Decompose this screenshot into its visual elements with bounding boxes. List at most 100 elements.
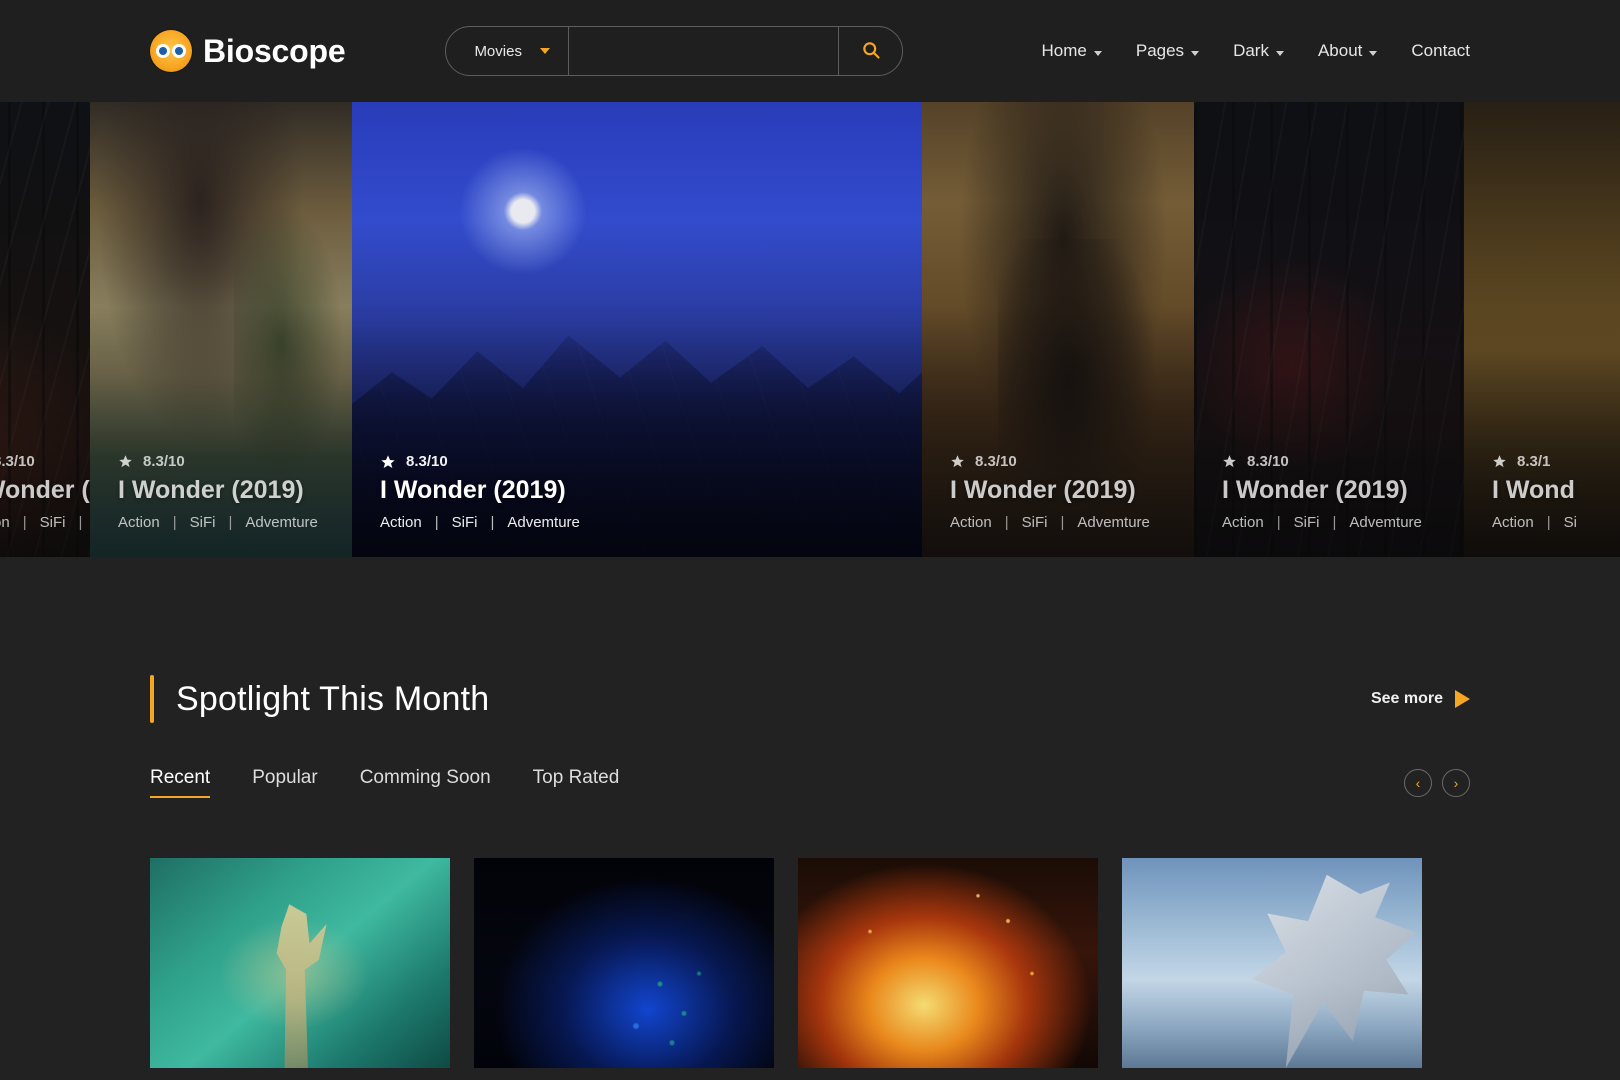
hero-slide-title: I Wonder (2019) bbox=[1222, 476, 1450, 505]
nav-item-about[interactable]: About bbox=[1318, 41, 1377, 61]
movie-poster-image bbox=[1122, 858, 1422, 1068]
binoculars-icon bbox=[150, 30, 192, 72]
hero-slide-genres: Action | SiFi | Advemture bbox=[380, 514, 908, 531]
nav-label-pages: Pages bbox=[1136, 41, 1184, 61]
page-title: Spotlight This Month bbox=[176, 680, 489, 719]
genre-label: SiFi bbox=[1022, 514, 1048, 531]
nav-label-home: Home bbox=[1042, 41, 1087, 61]
hero-rating-value: 8.3/1 bbox=[1517, 453, 1550, 470]
genre-label: SiFi bbox=[40, 514, 66, 531]
tab-label: Popular bbox=[252, 767, 318, 788]
genre-label: Action bbox=[1222, 514, 1264, 531]
hero-slide-active[interactable]: 8.3/10 I Wonder (2019) Action | SiFi | A… bbox=[352, 102, 922, 557]
genre-separator: | bbox=[1332, 514, 1336, 531]
hero-slide[interactable]: 8.3/1 I Wond Action | Si bbox=[1464, 102, 1620, 557]
carousel-next-button[interactable]: › bbox=[1442, 769, 1470, 797]
movie-card[interactable] bbox=[150, 858, 450, 1068]
genre-label: Action bbox=[380, 514, 422, 531]
hero-slide-rating: 8.3/1 bbox=[1492, 453, 1620, 470]
nav-item-pages[interactable]: Pages bbox=[1136, 41, 1199, 61]
genre-separator: | bbox=[1277, 514, 1281, 531]
spotlight-tabs: Recent Popular Comming Soon Top Rated bbox=[150, 767, 619, 798]
hero-slide[interactable]: 8.3/10 I Wonder (2019) Action | SiFi | A… bbox=[1194, 102, 1464, 557]
hero-rating-value: 8.3/10 bbox=[0, 453, 35, 470]
chevron-left-icon: ‹ bbox=[1416, 776, 1421, 790]
genre-label: SiFi bbox=[452, 514, 478, 531]
genre-label: Action bbox=[950, 514, 992, 531]
hero-slide-title: I Wonder (2019) bbox=[950, 476, 1180, 505]
genre-separator: | bbox=[228, 514, 232, 531]
chevron-down-icon bbox=[1369, 51, 1377, 56]
genre-label: SiFi bbox=[190, 514, 216, 531]
genre-label: Action bbox=[0, 514, 10, 531]
genre-label: Advemture bbox=[507, 514, 580, 531]
genre-label: Advemture bbox=[1349, 514, 1422, 531]
spotlight-card-grid bbox=[150, 858, 1470, 1068]
movie-card[interactable] bbox=[1122, 858, 1422, 1068]
tab-top-rated[interactable]: Top Rated bbox=[533, 767, 620, 798]
nav-item-dark[interactable]: Dark bbox=[1233, 41, 1284, 61]
hero-rating-value: 8.3/10 bbox=[1247, 453, 1289, 470]
hero-slide[interactable]: 8.3/10 I Wonder (2019) Action | SiFi | A… bbox=[922, 102, 1194, 557]
hero-slide-meta: 8.3/10 I Wonder (2019) Action | SiFi | A… bbox=[380, 453, 908, 531]
search-input[interactable] bbox=[569, 27, 838, 75]
genre-separator: | bbox=[490, 514, 494, 531]
genre-separator: | bbox=[435, 514, 439, 531]
movie-card[interactable] bbox=[474, 858, 774, 1068]
hero-slide-genres: Action | SiFi | Advemture bbox=[118, 514, 338, 531]
nav-label-dark: Dark bbox=[1233, 41, 1269, 61]
nav-label-contact: Contact bbox=[1411, 41, 1470, 61]
hero-slide[interactable]: 8.3/10 I Wonder (2019) Action | SiFi | A… bbox=[90, 102, 352, 557]
main-nav: Home Pages Dark About Contact bbox=[1042, 41, 1471, 61]
star-icon bbox=[380, 454, 396, 470]
genre-separator: | bbox=[23, 514, 27, 531]
nav-item-home[interactable]: Home bbox=[1042, 41, 1102, 61]
genre-label: Si bbox=[1564, 514, 1577, 531]
tab-label: Comming Soon bbox=[360, 767, 491, 788]
search-button[interactable] bbox=[838, 27, 902, 75]
accent-bar bbox=[150, 675, 154, 723]
spotlight-title-wrap: Spotlight This Month bbox=[150, 675, 489, 723]
chevron-right-icon: › bbox=[1454, 776, 1459, 790]
hero-rating-value: 8.3/10 bbox=[406, 453, 448, 470]
genre-label: SiFi bbox=[1294, 514, 1320, 531]
hero-slide-title: I Wonder (2019) bbox=[380, 476, 908, 505]
hero-slide-meta: 8.3/1 I Wond Action | Si bbox=[1492, 453, 1620, 531]
genre-label: Action bbox=[118, 514, 160, 531]
movie-card[interactable] bbox=[798, 858, 1098, 1068]
star-icon bbox=[1222, 454, 1237, 469]
genre-separator: | bbox=[1060, 514, 1064, 531]
search-category-dropdown[interactable]: Movies bbox=[446, 27, 569, 75]
carousel-prev-button[interactable]: ‹ bbox=[1404, 769, 1432, 797]
hero-rating-value: 8.3/10 bbox=[143, 453, 185, 470]
tab-comming-soon[interactable]: Comming Soon bbox=[360, 767, 491, 798]
hero-slide-genres: Action | SiFi | Advemture bbox=[1222, 514, 1450, 531]
movie-poster-image bbox=[798, 858, 1098, 1068]
genre-label: Action bbox=[1492, 514, 1534, 531]
genre-separator: | bbox=[1005, 514, 1009, 531]
hero-slide-rating: 8.3/10 bbox=[0, 453, 76, 470]
hero-slide[interactable]: 8.3/10 I Wonder (2019) Action | SiFi | A… bbox=[0, 102, 90, 557]
tab-label: Recent bbox=[150, 767, 210, 788]
genre-separator: | bbox=[173, 514, 177, 531]
brand-name: Bioscope bbox=[203, 33, 345, 70]
chevron-down-icon bbox=[1276, 51, 1284, 56]
search-category-label: Movies bbox=[474, 43, 522, 60]
hero-rating-value: 8.3/10 bbox=[975, 453, 1017, 470]
tab-recent[interactable]: Recent bbox=[150, 767, 210, 798]
carousel-nav: ‹ › bbox=[1404, 769, 1470, 797]
hero-slide-genres: Action | SiFi | Advemture bbox=[950, 514, 1180, 531]
hero-slide-meta: 8.3/10 I Wonder (2019) Action | SiFi | A… bbox=[118, 453, 338, 531]
chevron-down-icon bbox=[540, 48, 550, 54]
see-more-label: See more bbox=[1371, 690, 1443, 708]
brand-logo-link[interactable]: Bioscope bbox=[150, 30, 345, 72]
hero-slide-meta: 8.3/10 I Wonder (2019) Action | SiFi | A… bbox=[950, 453, 1180, 531]
see-more-link[interactable]: See more bbox=[1371, 690, 1470, 708]
nav-item-contact[interactable]: Contact bbox=[1411, 41, 1470, 61]
spotlight-section: Spotlight This Month See more Recent Pop… bbox=[0, 675, 1620, 1068]
search-icon bbox=[861, 40, 881, 63]
hero-slide-meta: 8.3/10 I Wonder (2019) Action | SiFi | A… bbox=[1222, 453, 1450, 531]
tab-popular[interactable]: Popular bbox=[252, 767, 318, 798]
hero-slide-rating: 8.3/10 bbox=[380, 453, 908, 470]
spotlight-header: Spotlight This Month See more bbox=[150, 675, 1470, 723]
